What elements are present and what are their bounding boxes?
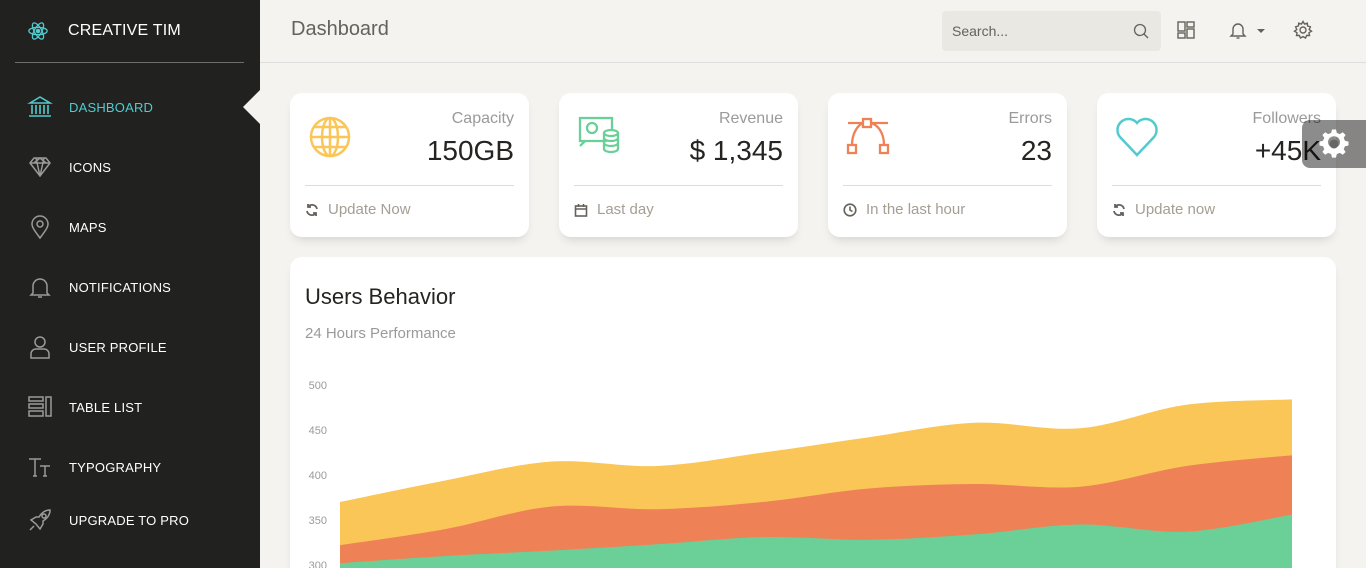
calendar-icon bbox=[574, 203, 588, 217]
vector-icon bbox=[846, 117, 890, 155]
chevron-down-icon[interactable] bbox=[1255, 20, 1267, 40]
stat-category: Capacity bbox=[451, 110, 514, 127]
sidebar-nav: DASHBOARD ICONS MAPS NOTIFICATIONS USER … bbox=[0, 77, 260, 543]
clock-icon bbox=[843, 202, 857, 217]
heart-icon bbox=[1116, 117, 1158, 157]
y-tick-label: 500 bbox=[309, 380, 327, 392]
sidebar-item-upgrade-to-pro[interactable]: UPGRADE TO PRO bbox=[0, 497, 260, 543]
gear-icon bbox=[1319, 129, 1349, 158]
stat-footer-text: Last day bbox=[597, 201, 654, 218]
sidebar-item-maps[interactable]: MAPS bbox=[0, 197, 260, 257]
sidebar-item-user-profile[interactable]: USER PROFILE bbox=[0, 317, 260, 377]
stat-footer-text: Update now bbox=[1135, 201, 1216, 218]
refresh-icon bbox=[1113, 203, 1125, 216]
react-atom-icon bbox=[28, 22, 48, 40]
stat-footer[interactable]: In the last hour bbox=[843, 201, 965, 218]
settings-icon[interactable] bbox=[1293, 20, 1313, 40]
sidebar-item-label: USER PROFILE bbox=[69, 339, 167, 355]
stat-card-capacity: Capacity 150GB Update Now bbox=[290, 93, 529, 237]
divider bbox=[843, 185, 1052, 186]
bell-icon[interactable] bbox=[1228, 20, 1248, 40]
search-input[interactable] bbox=[942, 11, 1122, 51]
fixed-plugin-toggle[interactable] bbox=[1302, 120, 1366, 168]
bell-icon bbox=[27, 274, 53, 300]
sidebar-item-dashboard[interactable]: DASHBOARD bbox=[0, 77, 260, 137]
stat-category: Errors bbox=[1008, 110, 1052, 127]
sidebar-item-label: DASHBOARD bbox=[69, 99, 154, 115]
sidebar-item-icons[interactable]: ICONS bbox=[0, 137, 260, 197]
globe-icon bbox=[309, 116, 351, 158]
sidebar-item-label: MAPS bbox=[69, 219, 107, 235]
sidebar-item-typography[interactable]: TYPOGRAPHY bbox=[0, 437, 260, 497]
brand-name: CREATIVE TIM bbox=[68, 22, 181, 39]
stat-footer[interactable]: Update Now bbox=[305, 201, 411, 218]
stat-card-followers: Followers +45K Update now bbox=[1097, 93, 1336, 237]
top-navbar: Dashboard bbox=[260, 0, 1366, 63]
rocket-icon bbox=[27, 507, 53, 533]
sidebar-item-label: TYPOGRAPHY bbox=[69, 459, 162, 475]
search-icon[interactable] bbox=[1133, 23, 1149, 39]
sidebar-item-notifications[interactable]: NOTIFICATIONS bbox=[0, 257, 260, 317]
stat-value: 23 bbox=[1020, 135, 1052, 166]
stat-category: Revenue bbox=[718, 110, 783, 127]
divider bbox=[1112, 185, 1321, 186]
refresh-icon bbox=[306, 203, 318, 216]
users-behavior-card: Users Behavior 24 Hours Performance 300 3… bbox=[290, 257, 1336, 568]
users-behavior-chart: 300 350 400 450 500 bbox=[309, 380, 1292, 568]
stat-footer-text: Update Now bbox=[328, 201, 411, 218]
tile-icon bbox=[27, 394, 53, 420]
stat-card-errors: Errors 23 In the last hour bbox=[828, 93, 1067, 237]
sidebar-item-label: ICONS bbox=[69, 159, 112, 175]
y-tick-label: 400 bbox=[309, 470, 327, 482]
diamond-icon bbox=[27, 154, 53, 180]
divider bbox=[305, 185, 514, 186]
money-coins-icon bbox=[578, 116, 620, 154]
bank-icon bbox=[27, 94, 53, 120]
sidebar-item-label: NOTIFICATIONS bbox=[69, 279, 172, 295]
stat-footer-text: In the last hour bbox=[866, 201, 966, 218]
search-box bbox=[942, 11, 1161, 51]
sidebar-item-label: TABLE LIST bbox=[69, 399, 143, 415]
stat-card-revenue: Revenue $ 1,345 Last day bbox=[559, 93, 798, 237]
pin-icon bbox=[27, 214, 53, 240]
caps-icon bbox=[27, 454, 53, 480]
y-tick-label: 300 bbox=[309, 560, 327, 568]
stat-value: 150GB bbox=[426, 135, 514, 166]
stat-value: $ 1,345 bbox=[689, 135, 783, 166]
y-tick-label: 350 bbox=[309, 515, 327, 527]
stat-footer[interactable]: Last day bbox=[574, 201, 654, 218]
divider bbox=[574, 185, 783, 186]
stat-footer[interactable]: Update now bbox=[1112, 201, 1215, 218]
brand[interactable]: CREATIVE TIM bbox=[15, 0, 244, 63]
sidebar: CREATIVE TIM DASHBOARD ICONS MAPS NOTIFI… bbox=[0, 0, 260, 568]
sidebar-item-table-list[interactable]: TABLE LIST bbox=[0, 377, 260, 437]
page-title: Dashboard bbox=[291, 18, 389, 40]
y-tick-label: 450 bbox=[309, 425, 327, 437]
layout-icon[interactable] bbox=[1176, 20, 1196, 40]
sidebar-item-label: UPGRADE TO PRO bbox=[69, 512, 190, 528]
user-icon bbox=[27, 334, 53, 360]
